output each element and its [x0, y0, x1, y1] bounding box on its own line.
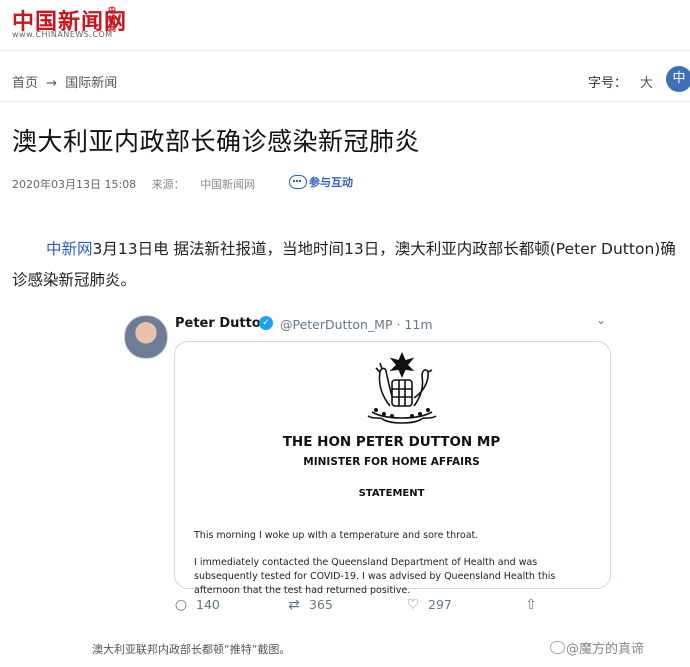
statement-subheading: MINISTER FOR HOME AFFAIRS [303, 456, 480, 468]
article-title: 澳大利亚内政部长确诊感染新冠肺炎 [12, 127, 421, 156]
article-datetime: 2020年03月13日 15:08 [12, 178, 137, 191]
breadcrumb-section-link[interactable]: 国际新闻 [65, 76, 117, 91]
font-size-medium-button[interactable]: 中 [666, 66, 690, 92]
paragraph-text: 3月13日电 据法新社报道，当地时间13日，澳大利亚内政部长都顿(Peter D… [12, 240, 676, 289]
verified-badge-icon: ✓ [259, 316, 273, 330]
participate-button[interactable]: 参与互动 [289, 174, 353, 190]
weibo-logo-icon [550, 641, 565, 654]
breadcrumb-arrow-icon: → [46, 76, 58, 91]
statement-heading: THE HON PETER DUTTON MP [282, 434, 501, 450]
tweet-author-name[interactable]: Peter Dutton [175, 316, 270, 331]
font-size-large-button[interactable]: 大 [640, 72, 653, 91]
header-divider [0, 50, 690, 51]
chevron-down-icon[interactable]: ⌄ [596, 313, 606, 327]
like-count: 297 [428, 597, 452, 612]
avatar[interactable] [124, 315, 168, 359]
participate-label: 参与互动 [309, 176, 353, 189]
article-source-link[interactable]: 中国新闻网 [200, 178, 255, 191]
breadcrumb-home-link[interactable]: 首页 [12, 76, 38, 91]
reply-count: 140 [196, 597, 220, 612]
watermark: @魔方的真谛 [566, 642, 645, 657]
font-size-label: 字号： [588, 76, 628, 91]
share-icon: ⇧ [525, 597, 537, 613]
paragraph-source-link[interactable]: 中新网 [46, 240, 93, 258]
article-paragraph: 中新网3月13日电 据法新社报道，当地时间13日，澳大利亚内政部长都顿(Pete… [12, 234, 684, 296]
reply-icon: ○ [174, 597, 188, 613]
coat-of-arms-icon [367, 351, 437, 424]
retweet-icon: ⇄ [288, 597, 300, 613]
site-logo-tag: 中新网 [108, 6, 116, 33]
breadcrumb: 首页 → 国际新闻 [12, 72, 121, 91]
like-button[interactable]: ♡ 297 [406, 597, 452, 613]
statement-label: STATEMENT [358, 488, 425, 499]
comment-bubble-icon [289, 175, 307, 189]
reply-button[interactable]: ○ 140 [174, 597, 220, 613]
tweet-author-handle[interactable]: @PeterDutton_MP · 11m [280, 317, 433, 332]
statement-line-2: I immediately contacted the Queensland D… [194, 557, 556, 596]
article-meta: 2020年03月13日 15:08 来源： 中国新闻网 [12, 176, 255, 192]
statement-line-1: This morning I woke up with a temperatur… [194, 530, 479, 541]
breadcrumb-divider [0, 101, 690, 102]
image-caption: 澳大利亚联邦内政部长都顿“推特”截图。 [92, 643, 291, 656]
site-domain: www.CHINANEWS.COM [12, 30, 113, 39]
article-source-label: 来源： [151, 178, 185, 191]
retweet-button[interactable]: ⇄ 365 [287, 597, 333, 613]
heart-icon: ♡ [406, 597, 420, 613]
retweet-count: 365 [309, 597, 333, 612]
share-button[interactable]: ⇧ [524, 597, 546, 613]
